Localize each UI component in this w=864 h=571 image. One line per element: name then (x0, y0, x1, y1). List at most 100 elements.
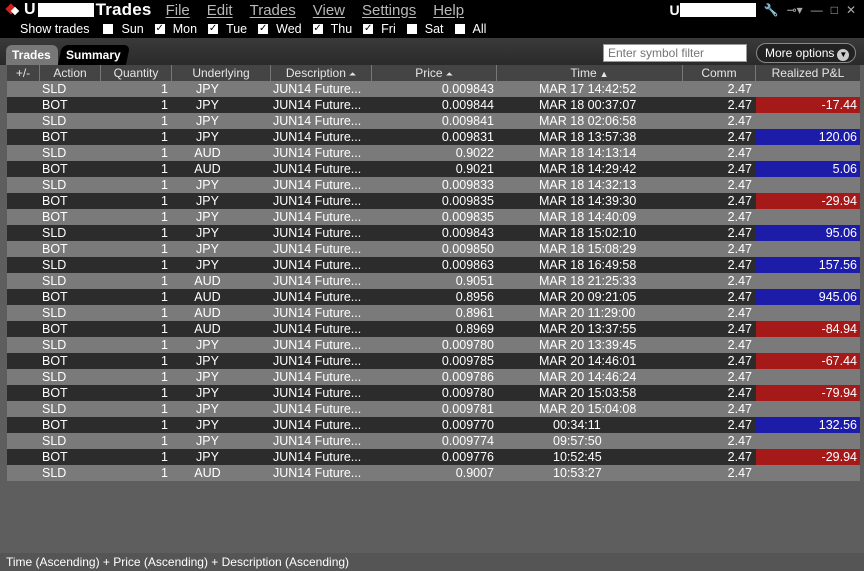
col-quantity[interactable]: Quantity (101, 65, 172, 81)
day-filter-wed[interactable]: ✓ Wed (258, 22, 302, 36)
table-row[interactable]: SLD 1 JPY JUN14 Future... 0.009786 MAR 20 14:… (7, 369, 860, 385)
tab-trades[interactable]: Trades (6, 45, 58, 65)
checkbox[interactable]: ✓ (312, 24, 323, 34)
table-row[interactable]: BOT 1 JPY JUN14 Future... 0.009844 MAR 18 00:… (7, 97, 860, 113)
cell-quantity: 1 (161, 258, 168, 272)
table-row[interactable]: SLD 1 JPY JUN14 Future... 0.009863 MAR 18 16:… (7, 257, 860, 273)
col-expand-label: +/- (15, 66, 31, 80)
cell-price: 0.009780 (441, 386, 494, 400)
day-filter-thu[interactable]: ✓ Thu (312, 22, 352, 36)
table-row[interactable]: SLD 1 JPY JUN14 Future... 0.009781 MAR 20 15:… (7, 401, 860, 417)
table-row[interactable]: SLD 1 JPY JUN14 Future... 0.009774 09:57:50 2.… (7, 433, 860, 449)
cell-action: SLD (42, 226, 67, 240)
menu-view[interactable]: View (313, 2, 345, 19)
menu-help[interactable]: Help (433, 2, 464, 19)
grid-left-border (0, 65, 7, 553)
cell-time: MAR 20 14:46:24 (539, 370, 637, 384)
table-row[interactable]: BOT 1 JPY JUN14 Future... 0.009776 10:52:45 2.… (7, 449, 860, 465)
cell-comm: 2.47 (727, 402, 752, 416)
day-label: Mon (172, 22, 198, 36)
day-filter-mon[interactable]: ✓ Mon (154, 22, 198, 36)
day-filter-sat[interactable]: Sat (406, 22, 444, 36)
col-realized-pnl[interactable]: Realized P&L (756, 65, 860, 81)
col-expand[interactable]: +/- (7, 65, 40, 81)
cell-action: SLD (42, 114, 67, 128)
table-row[interactable]: SLD 1 AUD JUN14 Future... 0.8961 MAR 20 11:29… (7, 305, 860, 321)
link-icon[interactable]: ⊸▾ (787, 3, 803, 17)
day-filter-all[interactable]: All (454, 22, 486, 36)
checkbox[interactable] (454, 24, 465, 34)
checkbox[interactable] (406, 24, 417, 34)
minimize-icon[interactable]: — (811, 3, 823, 17)
cell-comm: 2.47 (727, 274, 752, 288)
col-realized-pnl-label: Realized P&L (771, 66, 845, 80)
cell-price: 0.009841 (441, 114, 494, 128)
table-row[interactable]: BOT 1 JPY JUN14 Future... 0.009770 00:34:11 2.… (7, 417, 860, 433)
day-filter-fri[interactable]: ✓ Fri (363, 22, 396, 36)
cell-price: 0.009786 (441, 370, 494, 384)
table-row[interactable]: BOT 1 JPY JUN14 Future... 0.009831 MAR 18 13:… (7, 129, 860, 145)
col-time[interactable]: Time ▲ (497, 65, 683, 81)
table-row[interactable]: SLD 1 AUD JUN14 Future... 0.9022 MAR 18 14:13… (7, 145, 860, 161)
symbol-filter-input[interactable] (603, 44, 747, 62)
menu-file[interactable]: File (166, 2, 190, 19)
cell-comm: 2.47 (727, 370, 752, 384)
checkbox[interactable]: ✓ (154, 24, 165, 34)
cell-realized-pnl (756, 401, 860, 417)
table-row[interactable]: BOT 1 JPY JUN14 Future... 0.009835 MAR 18 14:… (7, 209, 860, 225)
table-row[interactable]: SLD 1 JPY JUN14 Future... 0.009780 MAR 20 13:… (7, 337, 860, 353)
table-row[interactable]: SLD 1 JPY JUN14 Future... 0.009841 MAR 18 02:… (7, 113, 860, 129)
cell-quantity: 1 (161, 418, 168, 432)
cell-price: 0.009776 (441, 450, 494, 464)
cell-time: MAR 18 14:13:14 (539, 146, 637, 160)
col-price[interactable]: Price ⏶ (372, 65, 497, 81)
day-filter-tue[interactable]: ✓ Tue (208, 22, 247, 36)
menu-trades[interactable]: Trades (250, 2, 296, 19)
cell-underlying: AUD (194, 466, 221, 480)
table-row[interactable]: SLD 1 JPY JUN14 Future... 0.009843 MAR 18 15:… (7, 225, 860, 241)
checkbox[interactable]: ✓ (258, 24, 269, 34)
cell-realized-pnl (756, 177, 860, 193)
cell-time: MAR 18 21:25:33 (539, 274, 637, 288)
checkbox[interactable] (103, 24, 114, 34)
cell-description: JUN14 Future... (273, 290, 362, 304)
col-action-label: Action (53, 66, 87, 80)
cell-time: MAR 20 13:37:55 (539, 322, 637, 336)
day-filter-sun[interactable]: Sun (103, 22, 144, 36)
show-trades-label: Show trades (20, 22, 90, 36)
more-options-button[interactable]: More options ▼ (756, 43, 856, 63)
close-icon[interactable]: ✕ (846, 3, 856, 17)
maximize-icon[interactable]: □ (831, 3, 838, 17)
table-row[interactable]: BOT 1 AUD JUN14 Future... 0.8956 MAR 20 09:21… (7, 289, 860, 305)
cell-underlying: JPY (196, 402, 219, 416)
table-row[interactable]: BOT 1 JPY JUN14 Future... 0.009785 MAR 20 14:… (7, 353, 860, 369)
table-row[interactable]: SLD 1 AUD JUN14 Future... 0.9007 10:53:27 2.47 (7, 465, 860, 481)
checkbox[interactable]: ✓ (208, 24, 219, 34)
cell-expand (7, 353, 40, 369)
cell-comm: 2.47 (727, 162, 752, 176)
table-row[interactable]: SLD 1 AUD JUN14 Future... 0.9051 MAR 18 21:25… (7, 273, 860, 289)
table-row[interactable]: BOT 1 AUD JUN14 Future... 0.8969 MAR 20 13:37… (7, 321, 860, 337)
cell-underlying: JPY (196, 242, 219, 256)
wrench-icon[interactable]: 🔧 (764, 3, 779, 17)
table-row[interactable]: BOT 1 JPY JUN14 Future... 0.009850 MAR 18 15:… (7, 241, 860, 257)
cell-quantity: 1 (161, 386, 168, 400)
cell-comm: 2.47 (727, 178, 752, 192)
cell-description: JUN14 Future... (273, 354, 362, 368)
checkbox[interactable]: ✓ (363, 24, 374, 34)
col-underlying[interactable]: Underlying (172, 65, 271, 81)
menu-edit[interactable]: Edit (207, 2, 233, 19)
cell-price: 0.009785 (441, 354, 494, 368)
cell-quantity: 1 (161, 450, 168, 464)
table-row[interactable]: BOT 1 JPY JUN14 Future... 0.009835 MAR 18 14:… (7, 193, 860, 209)
cell-underlying: JPY (196, 450, 219, 464)
table-row[interactable]: SLD 1 JPY JUN14 Future... 0.009833 MAR 18 14:… (7, 177, 860, 193)
col-action[interactable]: Action (40, 65, 101, 81)
menu-settings[interactable]: Settings (362, 2, 416, 19)
table-row[interactable]: BOT 1 AUD JUN14 Future... 0.9021 MAR 18 14:29… (7, 161, 860, 177)
table-row[interactable]: BOT 1 JPY JUN14 Future... 0.009780 MAR 20 15:… (7, 385, 860, 401)
tab-summary[interactable]: Summary (57, 45, 131, 65)
table-row[interactable]: SLD 1 JPY JUN14 Future... 0.009843 MAR 17 14:… (7, 81, 860, 97)
col-description[interactable]: Description ⏶ (271, 65, 372, 81)
col-comm[interactable]: Comm (683, 65, 756, 81)
